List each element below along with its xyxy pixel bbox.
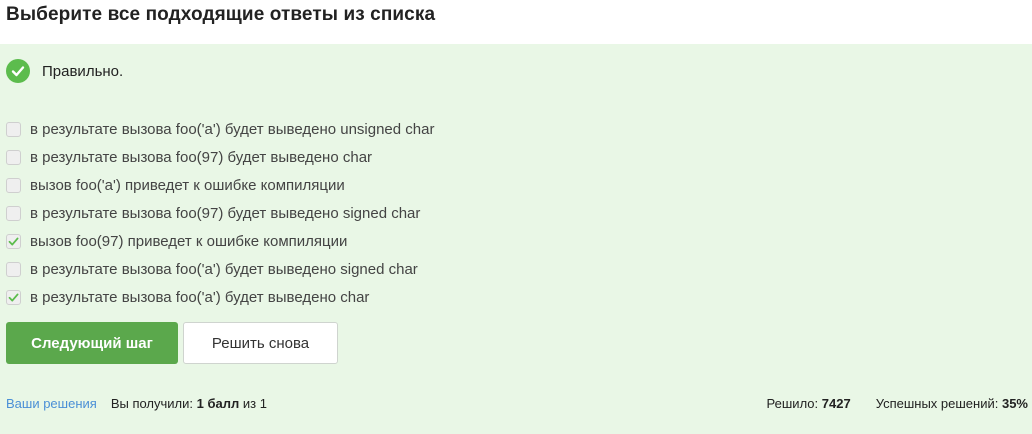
answer-checkbox[interactable] bbox=[6, 149, 21, 165]
answer-option[interactable]: в результате вызова foo(97) будет выведе… bbox=[6, 199, 434, 227]
answer-options-list: в результате вызова foo('a') будет вывед… bbox=[6, 115, 434, 311]
answer-option-label: в результате вызова foo(97) будет выведе… bbox=[30, 204, 421, 222]
score-value: 1 балл bbox=[196, 396, 240, 411]
answer-checkbox[interactable] bbox=[6, 261, 21, 277]
step-header: Выберите все подходящие ответы из списка bbox=[0, 0, 1032, 44]
answer-option-label: вызов foo(97) приведет к ошибке компиляц… bbox=[30, 232, 348, 250]
solved-stat: Решило: 7427 bbox=[767, 396, 851, 411]
answer-option-label: вызов foo('a') приведет к ошибке компиля… bbox=[30, 176, 345, 194]
answer-option[interactable]: вызов foo('a') приведет к ошибке компиля… bbox=[6, 171, 434, 199]
result-text: Правильно. bbox=[42, 62, 124, 80]
footer-stats: Решило: 7427 Успешных решений: 35% bbox=[767, 396, 1028, 411]
answer-option-label: в результате вызова foo(97) будет выведе… bbox=[30, 148, 373, 166]
result-banner: Правильно. bbox=[6, 59, 123, 83]
answer-option-label: в результате вызова foo('a') будет вывед… bbox=[30, 260, 418, 278]
checkmark-icon bbox=[8, 237, 19, 245]
solve-again-button[interactable]: Решить снова bbox=[183, 322, 338, 364]
success-stat: Успешных решений: 35% bbox=[876, 396, 1028, 411]
check-circle-icon bbox=[6, 59, 30, 83]
answer-option[interactable]: в результате вызова foo('a') будет вывед… bbox=[6, 283, 434, 311]
success-label: Успешных решений: bbox=[875, 396, 999, 411]
answer-option-label: в результате вызова foo('a') будет вывед… bbox=[30, 288, 370, 306]
success-value: 35% bbox=[1001, 396, 1028, 411]
answer-checkbox[interactable] bbox=[6, 121, 21, 137]
your-solutions-link[interactable]: Ваши решения bbox=[6, 396, 97, 411]
answer-checkbox[interactable] bbox=[6, 233, 21, 249]
score-text: Вы получили: 1 балл из 1 bbox=[111, 396, 267, 411]
score-prefix: Вы получили: bbox=[110, 396, 194, 411]
answer-option-label: в результате вызова foo('a') будет вывед… bbox=[30, 120, 435, 138]
answer-option[interactable]: в результате вызова foo('a') будет вывед… bbox=[6, 115, 434, 143]
quiz-panel: Правильно. в результате вызова foo('a') … bbox=[0, 44, 1032, 434]
checkmark-icon bbox=[8, 293, 19, 301]
answer-option[interactable]: в результате вызова foo(97) будет выведе… bbox=[6, 143, 434, 171]
solved-value: 7427 bbox=[821, 396, 851, 411]
answer-checkbox[interactable] bbox=[6, 177, 21, 193]
solved-label: Решило: bbox=[766, 396, 819, 411]
answer-option[interactable]: в результате вызова foo('a') будет вывед… bbox=[6, 255, 434, 283]
footer-left: Ваши решения Вы получили: 1 балл из 1 bbox=[6, 396, 267, 411]
page-title: Выберите все подходящие ответы из списка bbox=[6, 4, 436, 25]
answer-checkbox[interactable] bbox=[6, 289, 21, 305]
answer-checkbox[interactable] bbox=[6, 205, 21, 221]
next-step-button[interactable]: Следующий шаг bbox=[6, 322, 178, 364]
answer-option[interactable]: вызов foo(97) приведет к ошибке компиляц… bbox=[6, 227, 434, 255]
score-suffix: из 1 bbox=[242, 396, 267, 411]
